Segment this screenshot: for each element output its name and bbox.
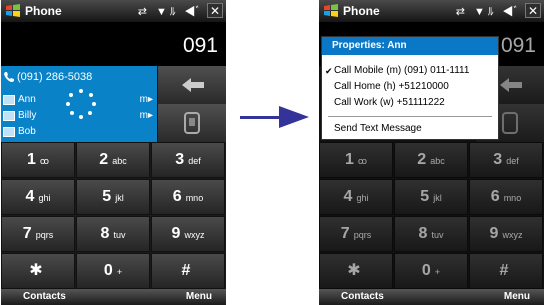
key-letters: mno bbox=[185, 193, 204, 203]
key-digit: ✱ bbox=[29, 262, 43, 279]
key-7[interactable]: 7 pqrs bbox=[1, 216, 75, 252]
title-bar: Phone ⇄ ▼ﾙ ◀ﾞ ✕ bbox=[1, 0, 226, 22]
key-digit: 0 bbox=[103, 262, 113, 279]
key-4[interactable]: 4 ghi bbox=[1, 179, 75, 215]
close-button[interactable]: ✕ bbox=[525, 3, 541, 18]
key-letters: ghi bbox=[38, 193, 51, 203]
send-text-message-item[interactable]: Send Text Message bbox=[322, 121, 498, 137]
key-digit: 4 bbox=[25, 188, 35, 205]
status-icons[interactable]: ⇄ ▼ﾙ ◀ﾞ bbox=[456, 3, 522, 19]
softkey-bar: Contacts Menu bbox=[1, 289, 226, 305]
key-letters: wxyz bbox=[184, 230, 205, 240]
key-letters: pqrs bbox=[35, 230, 54, 240]
key-6[interactable]: 6 mno bbox=[151, 179, 225, 215]
busy-spinner-icon bbox=[66, 89, 96, 119]
menu-item-label: Call Work (w) +51111222 bbox=[334, 97, 445, 108]
contact-card-icon bbox=[3, 111, 15, 121]
key-8[interactable]: 8 tuv bbox=[76, 216, 150, 252]
contact-row-bob[interactable]: Bob bbox=[1, 126, 157, 138]
phone-screen-after: Phone ⇄ ▼ﾙ ◀ﾞ ✕ 091 1ꝏ 2 abc 3 def 4 ghi 5j… bbox=[319, 0, 544, 305]
menu-title: Properties: Ann bbox=[322, 37, 498, 55]
call-mobile-item[interactable]: ✔ Call Mobile (m) (091) 011-1111 bbox=[322, 63, 498, 79]
key-digit: 9 bbox=[171, 225, 181, 242]
dial-display: 091 bbox=[1, 22, 226, 66]
call-work-item[interactable]: Call Work (w) +51111222 bbox=[322, 95, 498, 111]
phone-screen-before: Phone ⇄ ▼ﾙ ◀ﾞ ✕ 091 (091) 286-5038 Ann m… bbox=[1, 0, 226, 305]
key-9[interactable]: 9 wxyz bbox=[151, 216, 225, 252]
key-letters: tuv bbox=[113, 230, 126, 240]
matched-number-row[interactable]: (091) 286-5038 bbox=[1, 71, 157, 85]
status-icons[interactable]: ⇄ ▼ﾙ ◀ﾞ bbox=[138, 3, 204, 19]
close-button[interactable]: ✕ bbox=[207, 3, 223, 18]
key-digit: 1 bbox=[26, 151, 36, 168]
phone-handset-icon bbox=[184, 112, 200, 134]
windows-flag-icon[interactable] bbox=[5, 3, 21, 19]
key-3[interactable]: 3 def bbox=[151, 142, 225, 178]
menu-softkey[interactable]: Menu bbox=[504, 291, 530, 302]
key-hash[interactable]: # bbox=[151, 253, 225, 289]
softkey-bar: Contacts Menu bbox=[319, 289, 544, 305]
contact-type-tag: m▸ bbox=[139, 94, 153, 105]
key-digit: 3 bbox=[175, 151, 185, 168]
call-home-item[interactable]: Call Home (h) +51210000 bbox=[322, 79, 498, 95]
key-digit: 8 bbox=[100, 225, 110, 242]
contact-name: Ann bbox=[18, 94, 36, 105]
key-0[interactable]: 0 + bbox=[76, 253, 150, 289]
key-letters: def bbox=[188, 156, 201, 166]
backspace-arrow-icon bbox=[182, 78, 204, 92]
key-5[interactable]: 5 jkl bbox=[76, 179, 150, 215]
contact-card-icon bbox=[3, 95, 15, 105]
contact-properties-menu: Properties: Ann ✔ Call Mobile (m) (091) … bbox=[321, 36, 499, 140]
key-digit: 5 bbox=[102, 188, 112, 205]
key-letters: ꝏ bbox=[39, 156, 50, 166]
key-digit: # bbox=[181, 262, 191, 279]
backspace-button[interactable] bbox=[157, 66, 226, 104]
right-arrow-icon bbox=[279, 106, 309, 128]
contact-name: Bob bbox=[18, 126, 36, 137]
menu-divider bbox=[328, 116, 492, 117]
contacts-softkey[interactable]: Contacts bbox=[341, 291, 384, 302]
transition-arrow-shaft bbox=[240, 116, 280, 119]
key-letters: jkl bbox=[115, 193, 124, 203]
title-bar: Phone ⇄ ▼ﾙ ◀ﾞ ✕ bbox=[319, 0, 544, 22]
key-1[interactable]: 1ꝏ bbox=[1, 142, 75, 178]
menu-item-label: Send Text Message bbox=[334, 123, 422, 134]
menu-softkey[interactable]: Menu bbox=[186, 291, 212, 302]
key-digit: 6 bbox=[172, 188, 182, 205]
contact-name: Billy bbox=[18, 110, 37, 121]
smart-dial-list: (091) 286-5038 Ann m▸ Billy m▸ Bob bbox=[1, 66, 157, 142]
windows-flag-icon[interactable] bbox=[323, 3, 339, 19]
talk-button[interactable] bbox=[157, 104, 226, 142]
contacts-softkey[interactable]: Contacts bbox=[23, 291, 66, 302]
app-title: Phone bbox=[25, 4, 62, 18]
matched-number: (091) 286-5038 bbox=[17, 71, 93, 83]
menu-item-label: Call Mobile (m) (091) 011-1111 bbox=[334, 65, 470, 76]
dialed-number: 091 bbox=[182, 34, 218, 57]
key-star[interactable]: ✱ bbox=[1, 253, 75, 289]
check-icon: ✔ bbox=[325, 66, 333, 76]
menu-item-label: Call Home (h) +51210000 bbox=[334, 81, 449, 92]
key-2[interactable]: 2 abc bbox=[76, 142, 150, 178]
key-letters: abc bbox=[112, 156, 127, 166]
contact-card-icon bbox=[3, 127, 15, 137]
app-title: Phone bbox=[343, 4, 380, 18]
key-digit: 7 bbox=[22, 225, 32, 242]
key-letters: + bbox=[116, 267, 123, 277]
dial-keypad: 1ꝏ 2 abc 3 def 4 ghi 5 jkl 6 mno 7 pqrs 8 tuv 9… bbox=[1, 142, 226, 291]
contact-type-tag: m▸ bbox=[139, 110, 153, 121]
phone-handset-small-icon bbox=[4, 72, 14, 82]
key-digit: 2 bbox=[99, 151, 109, 168]
